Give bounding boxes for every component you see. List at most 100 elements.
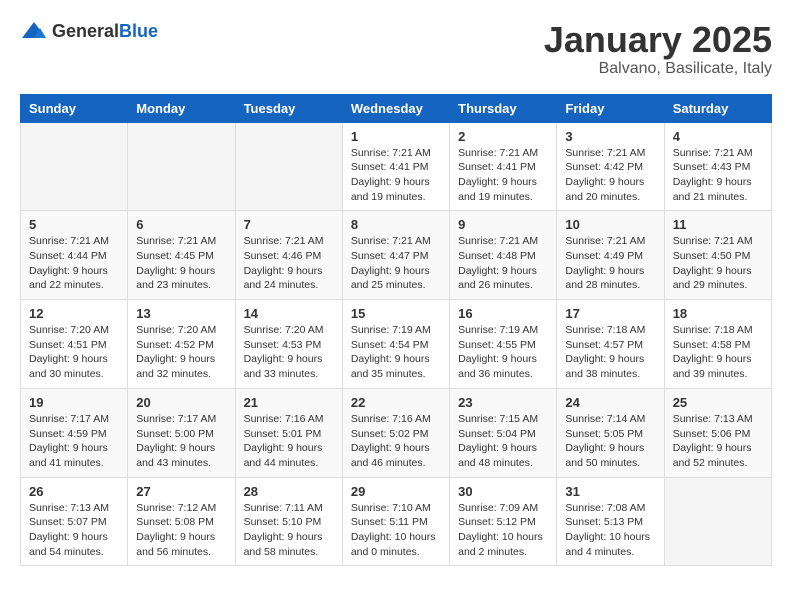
day-info: Sunrise: 7:21 AM Sunset: 4:42 PM Dayligh… (565, 146, 655, 205)
weekday-header-monday: Monday (128, 94, 235, 122)
day-info: Sunrise: 7:17 AM Sunset: 4:59 PM Dayligh… (29, 412, 119, 471)
day-number: 9 (458, 217, 548, 232)
day-info: Sunrise: 7:13 AM Sunset: 5:06 PM Dayligh… (673, 412, 763, 471)
calendar-body: 1 Sunrise: 7:21 AM Sunset: 4:41 PM Daylig… (21, 122, 772, 566)
day-number: 30 (458, 484, 548, 499)
calendar-cell: 13Sunrise: 7:20 AM Sunset: 4:52 PM Dayli… (128, 300, 235, 389)
day-info: Sunrise: 7:15 AM Sunset: 5:04 PM Dayligh… (458, 412, 548, 471)
day-info: Sunrise: 7:10 AM Sunset: 5:11 PM Dayligh… (351, 501, 441, 560)
day-number: 27 (136, 484, 226, 499)
day-info: Sunrise: 7:18 AM Sunset: 4:57 PM Dayligh… (565, 323, 655, 382)
calendar-cell: 3 Sunrise: 7:21 AM Sunset: 4:42 PM Daylig… (557, 122, 664, 211)
calendar-cell: 29 Sunrise: 7:10 AM Sunset: 5:11 PM Dayli… (342, 477, 449, 566)
calendar-cell: 19 Sunrise: 7:17 AM Sunset: 4:59 PM Dayli… (21, 388, 128, 477)
day-number: 13 (136, 306, 226, 321)
month-title: January 2025 (544, 20, 772, 60)
day-number: 5 (29, 217, 119, 232)
weekday-header-tuesday: Tuesday (235, 94, 342, 122)
day-info: Sunrise: 7:12 AM Sunset: 5:08 PM Dayligh… (136, 501, 226, 560)
calendar-cell: 24 Sunrise: 7:14 AM Sunset: 5:05 PM Dayli… (557, 388, 664, 477)
page-header: GeneralBlue January 2025 Balvano, Basili… (20, 20, 772, 78)
day-number: 24 (565, 395, 655, 410)
calendar-cell: 2 Sunrise: 7:21 AM Sunset: 4:41 PM Daylig… (450, 122, 557, 211)
day-number: 25 (673, 395, 763, 410)
day-number: 4 (673, 129, 763, 144)
day-info: Sunrise: 7:18 AM Sunset: 4:58 PM Dayligh… (673, 323, 763, 382)
weekday-header-wednesday: Wednesday (342, 94, 449, 122)
day-info: Sunrise: 7:09 AM Sunset: 5:12 PM Dayligh… (458, 501, 548, 560)
day-number: 8 (351, 217, 441, 232)
calendar-cell: 6Sunrise: 7:21 AM Sunset: 4:45 PM Daylig… (128, 211, 235, 300)
day-number: 7 (244, 217, 334, 232)
calendar-cell: 4 Sunrise: 7:21 AM Sunset: 4:43 PM Daylig… (664, 122, 771, 211)
day-number: 11 (673, 217, 763, 232)
day-number: 1 (351, 129, 441, 144)
day-number: 28 (244, 484, 334, 499)
day-info: Sunrise: 7:21 AM Sunset: 4:47 PM Dayligh… (351, 234, 441, 293)
day-number: 26 (29, 484, 119, 499)
calendar-cell: 15 Sunrise: 7:19 AM Sunset: 4:54 PM Dayli… (342, 300, 449, 389)
day-info: Sunrise: 7:21 AM Sunset: 4:48 PM Dayligh… (458, 234, 548, 293)
calendar-week-3: 12Sunrise: 7:20 AM Sunset: 4:51 PM Dayli… (21, 300, 772, 389)
day-number: 16 (458, 306, 548, 321)
weekday-header-saturday: Saturday (664, 94, 771, 122)
calendar-cell: 26Sunrise: 7:13 AM Sunset: 5:07 PM Dayli… (21, 477, 128, 566)
day-info: Sunrise: 7:21 AM Sunset: 4:49 PM Dayligh… (565, 234, 655, 293)
calendar-week-5: 26Sunrise: 7:13 AM Sunset: 5:07 PM Dayli… (21, 477, 772, 566)
weekday-header-sunday: Sunday (21, 94, 128, 122)
day-number: 2 (458, 129, 548, 144)
day-number: 29 (351, 484, 441, 499)
day-info: Sunrise: 7:17 AM Sunset: 5:00 PM Dayligh… (136, 412, 226, 471)
day-info: Sunrise: 7:14 AM Sunset: 5:05 PM Dayligh… (565, 412, 655, 471)
calendar-cell: 17Sunrise: 7:18 AM Sunset: 4:57 PM Dayli… (557, 300, 664, 389)
calendar-cell: 22Sunrise: 7:16 AM Sunset: 5:02 PM Dayli… (342, 388, 449, 477)
day-number: 18 (673, 306, 763, 321)
calendar-cell: 27 Sunrise: 7:12 AM Sunset: 5:08 PM Dayli… (128, 477, 235, 566)
day-info: Sunrise: 7:19 AM Sunset: 4:55 PM Dayligh… (458, 323, 548, 382)
calendar-cell: 25 Sunrise: 7:13 AM Sunset: 5:06 PM Dayli… (664, 388, 771, 477)
calendar-cell (235, 122, 342, 211)
day-info: Sunrise: 7:11 AM Sunset: 5:10 PM Dayligh… (244, 501, 334, 560)
day-info: Sunrise: 7:21 AM Sunset: 4:43 PM Dayligh… (673, 146, 763, 205)
weekday-header-friday: Friday (557, 94, 664, 122)
title-block: January 2025 Balvano, Basilicate, Italy (544, 20, 772, 78)
day-info: Sunrise: 7:21 AM Sunset: 4:41 PM Dayligh… (458, 146, 548, 205)
day-number: 21 (244, 395, 334, 410)
day-number: 20 (136, 395, 226, 410)
day-number: 19 (29, 395, 119, 410)
logo-blue: Blue (119, 21, 158, 41)
calendar-cell (21, 122, 128, 211)
day-number: 31 (565, 484, 655, 499)
day-number: 14 (244, 306, 334, 321)
day-info: Sunrise: 7:21 AM Sunset: 4:46 PM Dayligh… (244, 234, 334, 293)
day-info: Sunrise: 7:21 AM Sunset: 4:44 PM Dayligh… (29, 234, 119, 293)
calendar-header-row: SundayMondayTuesdayWednesdayThursdayFrid… (21, 94, 772, 122)
calendar-cell: 12Sunrise: 7:20 AM Sunset: 4:51 PM Dayli… (21, 300, 128, 389)
calendar-cell: 10Sunrise: 7:21 AM Sunset: 4:49 PM Dayli… (557, 211, 664, 300)
calendar-cell: 9 Sunrise: 7:21 AM Sunset: 4:48 PM Daylig… (450, 211, 557, 300)
day-info: Sunrise: 7:21 AM Sunset: 4:50 PM Dayligh… (673, 234, 763, 293)
day-number: 15 (351, 306, 441, 321)
day-number: 22 (351, 395, 441, 410)
day-number: 12 (29, 306, 119, 321)
calendar-cell: 16 Sunrise: 7:19 AM Sunset: 4:55 PM Dayli… (450, 300, 557, 389)
weekday-header-thursday: Thursday (450, 94, 557, 122)
calendar-cell: 5 Sunrise: 7:21 AM Sunset: 4:44 PM Daylig… (21, 211, 128, 300)
calendar-week-1: 1 Sunrise: 7:21 AM Sunset: 4:41 PM Daylig… (21, 122, 772, 211)
day-info: Sunrise: 7:21 AM Sunset: 4:41 PM Dayligh… (351, 146, 441, 205)
calendar-cell: 7 Sunrise: 7:21 AM Sunset: 4:46 PM Daylig… (235, 211, 342, 300)
calendar-cell: 31Sunrise: 7:08 AM Sunset: 5:13 PM Dayli… (557, 477, 664, 566)
day-number: 23 (458, 395, 548, 410)
day-number: 3 (565, 129, 655, 144)
logo-general: General (52, 21, 119, 41)
day-info: Sunrise: 7:19 AM Sunset: 4:54 PM Dayligh… (351, 323, 441, 382)
location-title: Balvano, Basilicate, Italy (544, 60, 772, 78)
calendar-cell: 8 Sunrise: 7:21 AM Sunset: 4:47 PM Daylig… (342, 211, 449, 300)
day-info: Sunrise: 7:20 AM Sunset: 4:53 PM Dayligh… (244, 323, 334, 382)
calendar-table: SundayMondayTuesdayWednesdayThursdayFrid… (20, 94, 772, 567)
calendar-cell: 18 Sunrise: 7:18 AM Sunset: 4:58 PM Dayli… (664, 300, 771, 389)
calendar-cell: 20 Sunrise: 7:17 AM Sunset: 5:00 PM Dayli… (128, 388, 235, 477)
day-info: Sunrise: 7:16 AM Sunset: 5:01 PM Dayligh… (244, 412, 334, 471)
calendar-cell: 21 Sunrise: 7:16 AM Sunset: 5:01 PM Dayli… (235, 388, 342, 477)
calendar-cell (664, 477, 771, 566)
